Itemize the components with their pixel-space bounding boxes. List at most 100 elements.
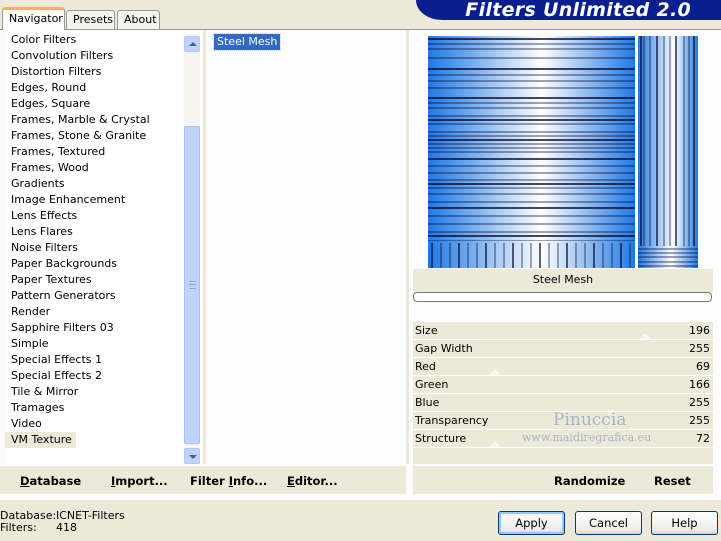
category-label: Tramages bbox=[11, 401, 65, 414]
category-item[interactable]: Image Enhancement bbox=[5, 192, 183, 208]
category-item[interactable]: Convolution Filters bbox=[5, 48, 183, 64]
category-item[interactable]: Paper Backgrounds bbox=[5, 256, 183, 272]
param-row-size[interactable]: Size 196 bbox=[413, 322, 713, 340]
preview-filter-name: Steel Mesh bbox=[413, 269, 713, 293]
category-label: Pattern Generators bbox=[11, 289, 116, 302]
reset-button[interactable]: Reset bbox=[654, 474, 691, 488]
category-label: Tile & Mirror bbox=[11, 385, 79, 398]
brand-title: Filters Unlimited 2.0 bbox=[465, 0, 691, 20]
category-label: Simple bbox=[11, 337, 49, 350]
param-value: 196 bbox=[689, 324, 710, 337]
navigator-panel: Color Filters Convolution Filters Distorti… bbox=[0, 30, 721, 500]
param-row-red[interactable]: Red 69 bbox=[413, 358, 713, 376]
category-item[interactable]: Special Effects 2 bbox=[5, 368, 183, 384]
scroll-up-button[interactable] bbox=[184, 36, 200, 52]
category-item[interactable]: Noise Filters bbox=[5, 240, 183, 256]
status-info: Database:ICNET-Filters Filters: 418 bbox=[0, 510, 125, 534]
filter-list[interactable]: Steel Mesh bbox=[212, 33, 404, 462]
param-value: 72 bbox=[696, 432, 710, 445]
category-label: Frames, Stone & Granite bbox=[11, 129, 147, 142]
category-list[interactable]: Color Filters Convolution Filters Distorti… bbox=[5, 32, 183, 464]
param-name: Transparency bbox=[415, 414, 489, 427]
slider-thumb[interactable] bbox=[489, 369, 501, 375]
category-item[interactable]: Special Effects 1 bbox=[5, 352, 183, 368]
category-label: Image Enhancement bbox=[11, 193, 126, 206]
scroll-down-button[interactable] bbox=[184, 448, 200, 464]
category-item[interactable]: Video bbox=[5, 416, 183, 432]
slider-thumb[interactable] bbox=[639, 333, 651, 339]
category-label: Special Effects 2 bbox=[11, 369, 103, 382]
tab-presets[interactable]: Presets bbox=[66, 10, 115, 29]
category-item[interactable]: Tile & Mirror bbox=[5, 384, 183, 400]
category-item[interactable]: Frames, Marble & Crystal bbox=[5, 112, 183, 128]
category-label: Frames, Textured bbox=[11, 145, 106, 158]
category-item[interactable]: Render bbox=[5, 304, 183, 320]
status-filters-value: 418 bbox=[56, 521, 77, 534]
param-row-gap-width[interactable]: Gap Width 255 bbox=[413, 340, 713, 358]
slider-thumb[interactable] bbox=[489, 441, 501, 447]
panel-gap bbox=[635, 36, 638, 268]
category-label: Lens Effects bbox=[11, 209, 78, 222]
category-item[interactable]: Paper Textures bbox=[5, 272, 183, 288]
apply-button[interactable]: Apply bbox=[498, 511, 565, 535]
category-label: Gradients bbox=[11, 177, 65, 190]
category-item[interactable]: Frames, Wood bbox=[5, 160, 183, 176]
chevron-down-icon bbox=[189, 455, 197, 459]
filter-info-button[interactable]: Filter Info... bbox=[190, 474, 267, 488]
category-label: Sapphire Filters 03 bbox=[11, 321, 114, 334]
category-item[interactable]: Color Filters bbox=[5, 32, 183, 48]
editor-button[interactable]: Editor... bbox=[287, 474, 338, 488]
grip-icon bbox=[189, 281, 196, 289]
category-item[interactable]: Edges, Round bbox=[5, 80, 183, 96]
category-label: Frames, Marble & Crystal bbox=[11, 113, 150, 126]
category-label: Color Filters bbox=[11, 33, 77, 46]
right-action-bar: Randomize Reset bbox=[413, 466, 713, 494]
tab-about-label: About bbox=[124, 13, 157, 26]
tab-navigator[interactable]: Navigator bbox=[2, 7, 65, 30]
category-item[interactable]: Sapphire Filters 03 bbox=[5, 320, 183, 336]
status-filters-label: Filters: bbox=[0, 521, 37, 534]
param-name: Gap Width bbox=[415, 342, 473, 355]
category-item[interactable]: Simple bbox=[5, 336, 183, 352]
param-value: 255 bbox=[689, 342, 710, 355]
tab-navigator-label: Navigator bbox=[9, 12, 63, 25]
category-item[interactable]: Frames, Textured bbox=[5, 144, 183, 160]
category-label: Edges, Round bbox=[11, 81, 87, 94]
import-button[interactable]: Import... bbox=[111, 474, 168, 488]
scroll-thumb[interactable] bbox=[184, 126, 200, 444]
filter-preview-image bbox=[426, 36, 698, 268]
divider-left bbox=[203, 30, 206, 464]
cancel-button[interactable]: Cancel bbox=[575, 511, 642, 535]
param-value: 255 bbox=[689, 414, 710, 427]
category-label: VM Texture bbox=[5, 432, 76, 448]
category-item[interactable]: Frames, Stone & Granite bbox=[5, 128, 183, 144]
param-name: Structure bbox=[415, 432, 467, 445]
help-button[interactable]: Help bbox=[651, 511, 718, 535]
left-action-bar: Database Import... Filter Info... Editor… bbox=[0, 466, 406, 494]
category-item[interactable]: Gradients bbox=[5, 176, 183, 192]
category-label: Paper Backgrounds bbox=[11, 257, 118, 270]
filter-item[interactable]: Steel Mesh bbox=[212, 33, 404, 51]
tab-about[interactable]: About bbox=[117, 10, 160, 29]
param-name: Green bbox=[415, 378, 449, 391]
randomize-button[interactable]: Randomize bbox=[554, 474, 625, 488]
progress-bar bbox=[413, 292, 712, 302]
category-item[interactable]: Lens Flares bbox=[5, 224, 183, 240]
category-scrollbar[interactable] bbox=[184, 34, 200, 464]
category-label: Edges, Square bbox=[11, 97, 91, 110]
category-item[interactable]: Lens Effects bbox=[5, 208, 183, 224]
category-item[interactable]: Edges, Square bbox=[5, 96, 183, 112]
category-label: Frames, Wood bbox=[11, 161, 89, 174]
parameter-spacer bbox=[413, 448, 713, 464]
category-item[interactable]: VM Texture bbox=[5, 432, 183, 448]
category-item[interactable]: Tramages bbox=[5, 400, 183, 416]
category-label: Render bbox=[11, 305, 51, 318]
category-label: Distortion Filters bbox=[11, 65, 102, 78]
param-row-green[interactable]: Green 166 bbox=[413, 376, 713, 394]
category-item[interactable]: Pattern Generators bbox=[5, 288, 183, 304]
divider-right bbox=[406, 30, 409, 464]
database-button[interactable]: Database bbox=[20, 474, 81, 488]
param-name: Red bbox=[415, 360, 436, 373]
category-item[interactable]: Distortion Filters bbox=[5, 64, 183, 80]
param-value: 166 bbox=[689, 378, 710, 391]
